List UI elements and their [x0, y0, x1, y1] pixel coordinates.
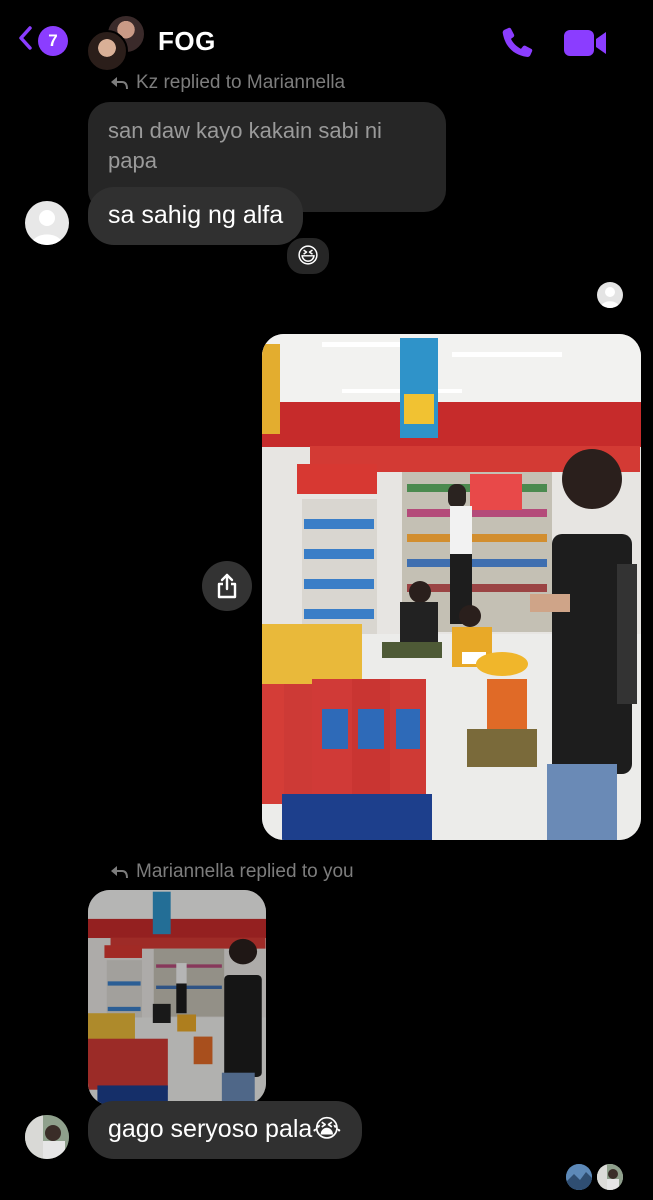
seen-receipt-avatar: [566, 1164, 592, 1190]
sender-avatar[interactable]: [25, 1115, 69, 1159]
seen-receipt-avatar: [597, 282, 623, 308]
profile-photo-icon: [597, 1164, 623, 1190]
video-camera-icon: [564, 30, 606, 56]
unread-count-badge[interactable]: 7: [38, 26, 68, 56]
back-button[interactable]: [18, 26, 32, 50]
store-photo-thumbnail: [88, 890, 266, 1105]
store-photo-image: [262, 334, 641, 840]
default-user-icon: [31, 210, 63, 245]
audio-call-button[interactable]: [498, 24, 536, 62]
profile-photo-icon: [566, 1164, 592, 1190]
reply-arrow-icon: [111, 866, 128, 879]
seen-receipt-avatar: [597, 1164, 623, 1190]
message-bubble[interactable]: sa sahig ng alfa: [88, 187, 304, 245]
chat-title[interactable]: FOG: [158, 26, 216, 57]
message-reaction[interactable]: 😆: [285, 236, 331, 276]
reply-context-text: Mariannella replied to you: [136, 861, 354, 882]
reply-context: Mariannella replied to you: [110, 861, 354, 883]
laughing-emoji-icon: 😆: [296, 243, 320, 268]
phone-icon: [502, 27, 533, 58]
quoted-photo[interactable]: [88, 890, 266, 1105]
share-icon: [217, 573, 237, 599]
message-bubble[interactable]: gago seryoso pala😭: [88, 1101, 362, 1159]
shared-photo[interactable]: [262, 334, 641, 840]
sender-avatar[interactable]: [25, 201, 69, 245]
profile-photo-icon: [25, 1115, 69, 1159]
quoted-message-text: san daw kayo kakain sabi ni papa: [108, 118, 382, 173]
message-text: sa sahig ng alfa: [108, 201, 284, 229]
reply-arrow-icon: [111, 77, 128, 90]
share-button[interactable]: [202, 561, 252, 611]
group-avatar-primary[interactable]: [86, 30, 128, 72]
reply-context: Kz replied to Mariannella: [110, 72, 345, 94]
video-call-button[interactable]: [562, 26, 608, 60]
message-text: gago seryoso pala😭: [108, 1115, 342, 1143]
chevron-left-icon: [19, 26, 32, 50]
reply-context-text: Kz replied to Mariannella: [136, 72, 346, 93]
default-user-icon: [600, 287, 620, 308]
